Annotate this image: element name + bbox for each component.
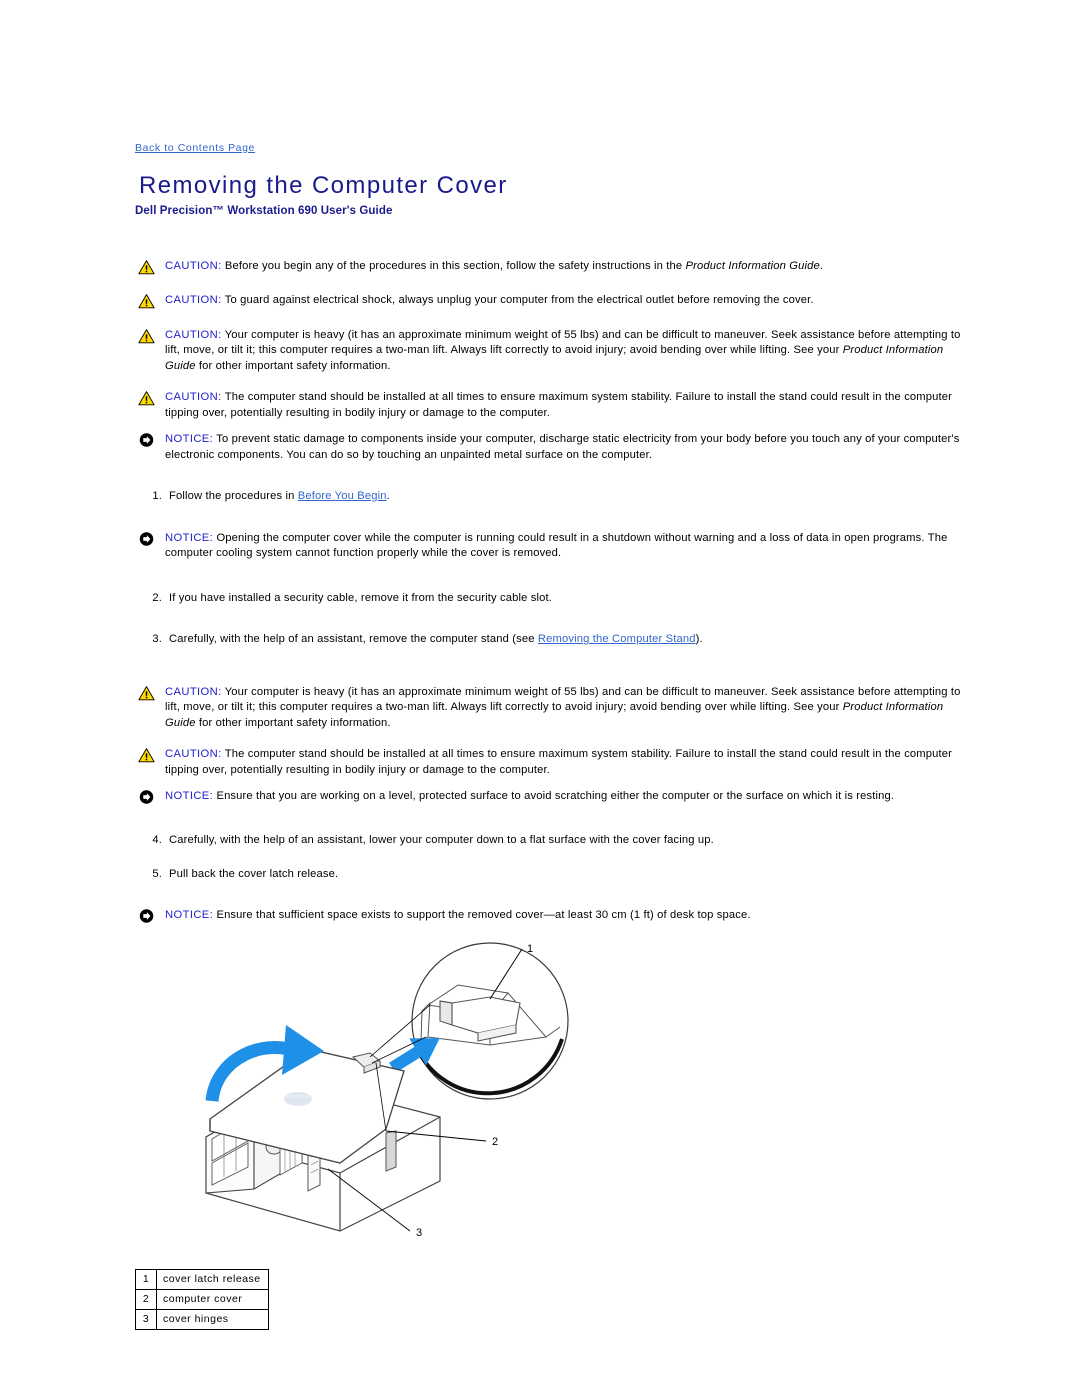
caution-label: CAUTION: [165, 685, 222, 698]
caution-label: CAUTION: [165, 391, 222, 404]
step-3: 3. Carefully, with the help of an assist… [135, 632, 965, 648]
caution-computer-stand-2: CAUTION: The computer stand should be in… [135, 747, 965, 778]
document-content: Back to Contents Page Removing the Compu… [135, 138, 965, 1331]
notice-label: NOTICE: [165, 790, 214, 803]
step-number: 1. [152, 490, 162, 503]
warning-triangle-icon [138, 685, 155, 700]
document-page: Back to Contents Page Removing the Compu… [0, 0, 1080, 1397]
admonition-group-top: CAUTION: Before you begin any of the pro… [135, 259, 965, 464]
warning-triangle-icon [138, 328, 155, 343]
warning-triangle-icon [138, 391, 155, 406]
legend-key: 1 [135, 1269, 157, 1291]
warning-triangle-icon [138, 748, 155, 763]
caution-text-after: for other important safety information. [195, 716, 391, 729]
page-subtitle: Dell Precision™ Workstation 690 User's G… [135, 204, 393, 217]
notice-desk-space: NOTICE: Ensure that sufficient space exi… [135, 908, 965, 924]
step-text-after: ). [695, 633, 703, 646]
step-text-before: Follow the procedures in [169, 490, 298, 503]
caution-text-before: Your computer is heavy (it has an approx… [165, 328, 961, 357]
caution-text: The computer stand should be installed a… [165, 748, 953, 776]
caution-text-before: Your computer is heavy (it has an approx… [165, 685, 961, 714]
caution-text-before: Before you begin any of the procedures i… [224, 259, 686, 272]
legend-label: cover latch release [156, 1269, 269, 1291]
notice-text: To prevent static damage to components i… [165, 433, 960, 461]
caution-electrical-shock: CAUTION: To guard against electrical sho… [135, 293, 965, 309]
step-text: Carefully, with the help of an assistant… [169, 833, 714, 846]
caution-safety-instructions: CAUTION: Before you begin any of the pro… [135, 259, 965, 275]
caution-heavy-computer-1: CAUTION: Your computer is heavy (it has … [135, 328, 965, 375]
notice-open-cover: NOTICE: Opening the computer cover while… [135, 531, 965, 562]
warning-triangle-icon [138, 259, 155, 274]
table-row: 3 cover hinges [135, 1309, 269, 1331]
back-to-contents-link[interactable]: Back to Contents Page [135, 142, 255, 154]
step-5: 5. Pull back the cover latch release. [135, 867, 965, 883]
caution-text-italic: Product Information Guide [685, 259, 820, 272]
caution-text-after: . [819, 259, 824, 272]
step-number: 2. [152, 591, 162, 604]
notice-text: Ensure that sufficient space exists to s… [216, 908, 751, 921]
step-text-after: . [386, 490, 390, 503]
caution-label: CAUTION: [165, 748, 222, 761]
step-number: 4. [152, 833, 162, 846]
notice-label: NOTICE: [165, 908, 214, 921]
notice-arrow-icon [139, 433, 154, 447]
notice-arrow-icon [139, 908, 154, 923]
step-4: 4. Carefully, with the help of an assist… [135, 833, 965, 849]
notice-static-damage: NOTICE: To prevent static damage to comp… [135, 432, 965, 463]
callout-number-1: 1 [527, 943, 533, 955]
step-number: 3. [152, 633, 162, 646]
removing-the-computer-stand-link[interactable]: Removing the Computer Stand [538, 633, 696, 645]
figure-legend-table: 1 cover latch release 2 computer cover 3… [135, 1269, 269, 1331]
caution-label: CAUTION: [165, 259, 222, 272]
legend-label: computer cover [156, 1289, 269, 1311]
callout-number-2: 2 [492, 1136, 498, 1148]
computer-cover-illustration: 1 2 3 [190, 941, 610, 1251]
warning-triangle-icon [138, 294, 155, 309]
table-row: 2 computer cover [135, 1289, 269, 1311]
step-2: 2. If you have installed a security cabl… [135, 591, 965, 607]
caution-label: CAUTION: [165, 294, 222, 307]
caution-text: The computer stand should be installed a… [165, 391, 953, 419]
legend-key: 2 [135, 1289, 157, 1311]
legend-label: cover hinges [156, 1309, 269, 1331]
notice-level-surface: NOTICE: Ensure that you are working on a… [135, 789, 965, 805]
before-you-begin-link[interactable]: Before You Begin [298, 490, 387, 502]
step-text: If you have installed a security cable, … [169, 591, 553, 604]
caution-heavy-computer-2: CAUTION: Your computer is heavy (it has … [135, 685, 965, 732]
caution-computer-stand-1: CAUTION: The computer stand should be in… [135, 390, 965, 421]
notice-label: NOTICE: [165, 433, 214, 446]
table-row: 1 cover latch release [135, 1269, 269, 1291]
step-1: 1. Follow the procedures in Before You B… [135, 489, 965, 505]
page-title: Removing the Computer Cover [139, 172, 508, 199]
notice-arrow-icon [139, 790, 154, 804]
dell-logo [284, 1092, 312, 1107]
notice-arrow-icon [139, 531, 154, 546]
notice-text: Opening the computer cover while the com… [165, 531, 948, 560]
step-text: Pull back the cover latch release. [169, 868, 339, 881]
caution-text: To guard against electrical shock, alway… [224, 294, 814, 307]
caution-label: CAUTION: [165, 328, 222, 341]
illustration-svg: 1 2 3 [205, 942, 569, 1239]
step-number: 5. [152, 868, 162, 881]
callout-number-3: 3 [416, 1227, 422, 1239]
notice-label: NOTICE: [165, 531, 214, 544]
notice-text: Ensure that you are working on a level, … [216, 790, 895, 803]
admonition-group-middle: CAUTION: Your computer is heavy (it has … [135, 685, 965, 805]
step-text-before: Carefully, with the help of an assistant… [169, 633, 538, 646]
caution-text-after: for other important safety information. [195, 359, 391, 372]
legend-key: 3 [135, 1309, 157, 1331]
